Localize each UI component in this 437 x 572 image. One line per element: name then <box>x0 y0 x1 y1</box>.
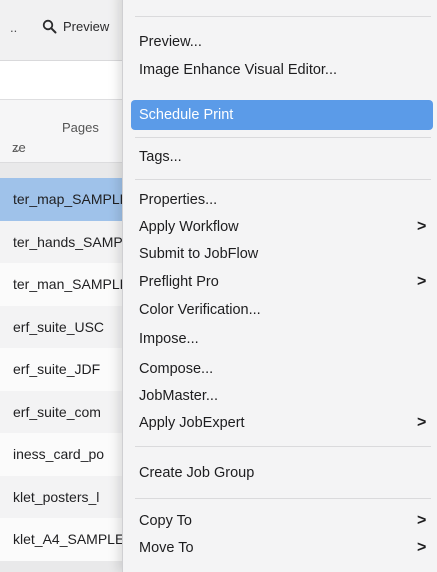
file-row[interactable]: iness_card_po <box>0 433 130 476</box>
file-row[interactable]: ter_map_SAMPLE <box>0 178 130 221</box>
search-icon <box>42 19 57 34</box>
file-row[interactable]: erf_suite_com <box>0 390 130 433</box>
file-row[interactable]: klet_A4_SAMPLE <box>0 518 130 561</box>
column-header-bar: ze ⌄ Pages <box>0 100 130 163</box>
menu-separator <box>135 16 431 17</box>
menu-separator <box>135 137 431 138</box>
menu-item-properties[interactable]: Properties... <box>139 187 217 213</box>
file-row[interactable]: ter_hands_SAMPLE <box>0 220 130 263</box>
menu-item-compose[interactable]: Compose... <box>139 356 213 382</box>
menu-item-jobmaster[interactable]: JobMaster... <box>139 383 218 409</box>
menu-item-color-verification[interactable]: Color Verification... <box>139 297 261 323</box>
menu-item-move-to[interactable]: Move To <box>139 535 194 561</box>
preview-button[interactable]: Preview <box>42 19 109 34</box>
preview-label: Preview <box>63 19 110 34</box>
file-row[interactable]: ter_man_SAMPLE <box>0 263 130 306</box>
menu-separator <box>135 446 431 447</box>
toolbar-overflow[interactable]: .. <box>10 20 17 35</box>
menu-item-copy-to[interactable]: Copy To <box>139 508 192 534</box>
menu-separator <box>135 179 431 180</box>
menu-item-tags[interactable]: Tags... <box>139 144 182 170</box>
submenu-arrow-icon: > <box>417 273 427 290</box>
file-list: ter_map_SAMPLE ter_hands_SAMPLE ter_man_SA… <box>0 178 130 561</box>
menu-item-preflight-pro[interactable]: Preflight Pro <box>139 269 219 295</box>
menu-item-submit-to-jobflow[interactable]: Submit to JobFlow <box>139 241 258 267</box>
menu-item-image-enhance-visual-editor[interactable]: Image Enhance Visual Editor... <box>139 57 337 83</box>
menu-item-preview[interactable]: Preview... <box>139 29 202 55</box>
file-row[interactable]: klet_posters_l <box>0 475 130 518</box>
context-menu: Preview... Image Enhance Visual Editor..… <box>122 0 437 572</box>
file-row[interactable]: erf_suite_JDF <box>0 348 130 391</box>
submenu-arrow-icon: > <box>417 539 427 556</box>
menu-item-apply-workflow[interactable]: Apply Workflow <box>139 214 239 240</box>
menu-item-schedule-print[interactable]: Schedule Print <box>131 100 433 130</box>
chevron-down-icon: ⌄ <box>12 140 23 155</box>
menu-item-create-job-group[interactable]: Create Job Group <box>139 460 254 486</box>
column-header-pages[interactable]: Pages <box>62 120 99 135</box>
submenu-arrow-icon: > <box>417 218 427 235</box>
toolbar: .. Preview <box>0 0 130 61</box>
submenu-arrow-icon: > <box>417 414 427 431</box>
submenu-arrow-icon: > <box>417 512 427 529</box>
filter-strip <box>0 61 130 100</box>
menu-separator <box>135 498 431 499</box>
file-row[interactable]: erf_suite_USC <box>0 305 130 348</box>
menu-item-impose[interactable]: Impose... <box>139 326 199 352</box>
menu-item-apply-jobexpert[interactable]: Apply JobExpert <box>139 410 245 436</box>
